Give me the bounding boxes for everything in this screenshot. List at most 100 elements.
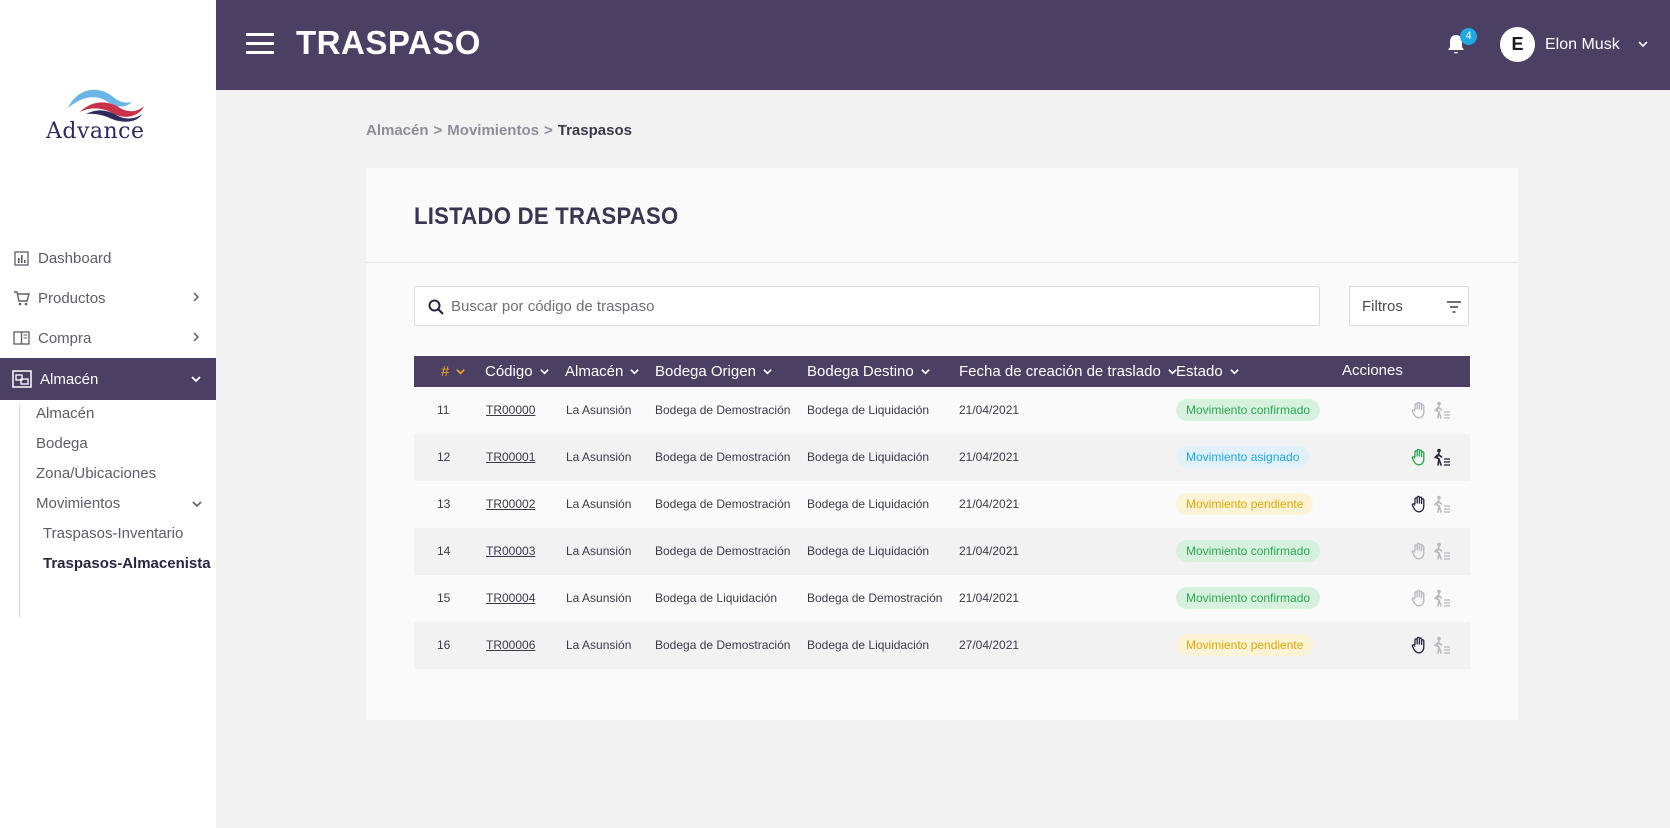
header-label: Bodega Origen [655,363,756,380]
listado-card: LISTADO DE TRASPASO Filtros # Código Alm… [366,168,1518,720]
cell-bodega-origen: Bodega de Demostración [655,497,791,511]
book-icon [12,329,30,347]
cell-bodega-origen: Bodega de Demostración [655,403,791,417]
hand-icon[interactable] [1411,448,1427,466]
cell-num: 16 [437,638,451,652]
cell-bodega-destino: Bodega de Demostración [807,591,943,605]
sidebar-item-label: Almacén [40,370,99,388]
submenu-item-traspasos-almacenista[interactable]: Traspasos-Almacenista [43,555,211,572]
breadcrumb: Almacén > Movimientos > Traspasos [366,122,632,139]
table-row: 15 TR00004 La Asunsión Bodega de Liquidació… [414,575,1470,622]
status-badge: Movimiento confirmado [1176,540,1321,562]
breadcrumb-link-movimientos[interactable]: Movimientos [447,122,539,139]
cell-almacen: La Asunsión [566,403,632,417]
chevron-down-icon [920,369,930,375]
hand-icon[interactable] [1411,636,1427,654]
assign-warehouse-keeper-icon[interactable] [1433,495,1451,513]
traspasos-table: # Código Almacén Bodega Origen Bodega De… [414,356,1470,669]
submenu-item-movimientos[interactable]: Movimientos [36,495,120,512]
status-badge: Movimiento pendiente [1176,634,1314,656]
sidebar-item-label: Dashboard [38,249,112,267]
cell-codigo[interactable]: TR00001 [486,450,535,464]
table-row: 14 TR00003 La Asunsión Bodega de Demostraci… [414,528,1470,575]
submenu-item-almacen[interactable]: Almacén [36,405,94,422]
cell-fecha: 27/04/2021 [959,638,1020,652]
chevron-down-icon [456,369,466,375]
breadcrumb-link-almacen[interactable]: Almacén [366,122,429,139]
table-row: 16 TR00006 La Asunsión Bodega de Demostraci… [414,622,1470,669]
breadcrumb-current: Traspasos [557,122,632,139]
chevron-down-icon [1229,369,1239,375]
avatar[interactable]: E [1500,27,1535,62]
header-label: Código [485,363,533,380]
header-label: Bodega Destino [807,363,914,380]
cell-codigo[interactable]: TR00004 [486,591,535,605]
header-num[interactable]: # [441,363,466,380]
header-label: Fecha de creación de traslado [959,363,1161,380]
cell-fecha: 21/04/2021 [959,403,1020,417]
cell-almacen: La Asunsión [566,591,632,605]
assign-warehouse-keeper-icon[interactable] [1433,542,1451,560]
status-badge: Movimiento confirmado [1176,587,1321,609]
hand-icon[interactable] [1411,495,1427,513]
table-body: 11 TR00000 La Asunsión Bodega de Demostraci… [414,387,1470,669]
submenu-item-zona-ubicaciones[interactable]: Zona/Ubicaciones [36,465,156,482]
assign-warehouse-keeper-icon[interactable] [1433,589,1451,607]
header-almacen[interactable]: Almacén [565,363,640,380]
cell-almacen: La Asunsión [566,497,632,511]
search-icon [428,299,444,315]
header-bodega-destino[interactable]: Bodega Destino [807,363,931,380]
table-row: 13 TR00002 La Asunsión Bodega de Demostraci… [414,481,1470,528]
cell-codigo[interactable]: TR00003 [486,544,535,558]
sidebar-item-productos[interactable]: Productos [0,278,216,318]
filters-button[interactable]: Filtros [1349,286,1469,326]
cell-codigo[interactable]: TR00000 [486,403,535,417]
header-acciones: Acciones [1342,362,1403,379]
divider [366,262,1518,263]
sidebar-item-dashboard[interactable]: Dashboard [0,238,216,278]
user-name[interactable]: Elon Musk [1545,36,1620,54]
header-codigo[interactable]: Código [485,363,550,380]
hand-icon[interactable] [1411,542,1427,560]
header-label: Almacén [565,363,624,380]
assign-warehouse-keeper-icon[interactable] [1433,401,1451,419]
cell-bodega-origen: Bodega de Demostración [655,450,791,464]
cell-codigo[interactable]: TR00006 [486,638,535,652]
sidebar-item-compra[interactable]: Compra [0,318,216,358]
cell-bodega-destino: Bodega de Liquidación [807,450,930,464]
header-fecha[interactable]: Fecha de creación de traslado [959,363,1178,380]
breadcrumb-separator: > [543,122,553,139]
status-badge: Movimiento pendiente [1176,493,1314,515]
hamburger-menu-icon[interactable] [246,33,274,55]
warehouse-icon [12,369,32,389]
filter-icon [1447,301,1461,313]
chevron-down-icon [192,501,202,508]
submenu-item-bodega[interactable]: Bodega [36,435,88,452]
chevron-down-icon[interactable] [1637,38,1649,50]
header-label: # [441,363,450,380]
cell-num: 11 [437,403,450,417]
hand-icon[interactable] [1411,589,1427,607]
chevron-right-icon [193,292,200,302]
header-estado[interactable]: Estado [1176,363,1240,380]
sidebar-nav: Dashboard Productos Compra Almacén [0,238,216,400]
filters-label: Filtros [1362,298,1403,315]
chevron-right-icon [193,332,200,342]
search-input[interactable] [451,295,1301,317]
submenu-item-traspasos-inventario[interactable]: Traspasos-Inventario [43,525,183,542]
cell-bodega-origen: Bodega de Demostración [655,638,791,652]
cell-fecha: 21/04/2021 [959,497,1020,511]
hand-icon[interactable] [1411,401,1427,419]
sidebar-item-almacen[interactable]: Almacén [0,358,216,400]
cell-num: 13 [437,497,451,511]
cell-almacen: La Asunsión [566,450,632,464]
table-row: 11 TR00000 La Asunsión Bodega de Demostraci… [414,387,1470,434]
sidebar-item-label: Compra [38,329,92,347]
assign-warehouse-keeper-icon[interactable] [1433,448,1451,466]
header-bodega-origen[interactable]: Bodega Origen [655,363,773,380]
cell-bodega-destino: Bodega de Liquidación [807,497,930,511]
cell-num: 15 [437,591,451,605]
card-title: LISTADO DE TRASPASO [414,203,679,230]
assign-warehouse-keeper-icon[interactable] [1433,636,1451,654]
cell-codigo[interactable]: TR00002 [486,497,535,511]
